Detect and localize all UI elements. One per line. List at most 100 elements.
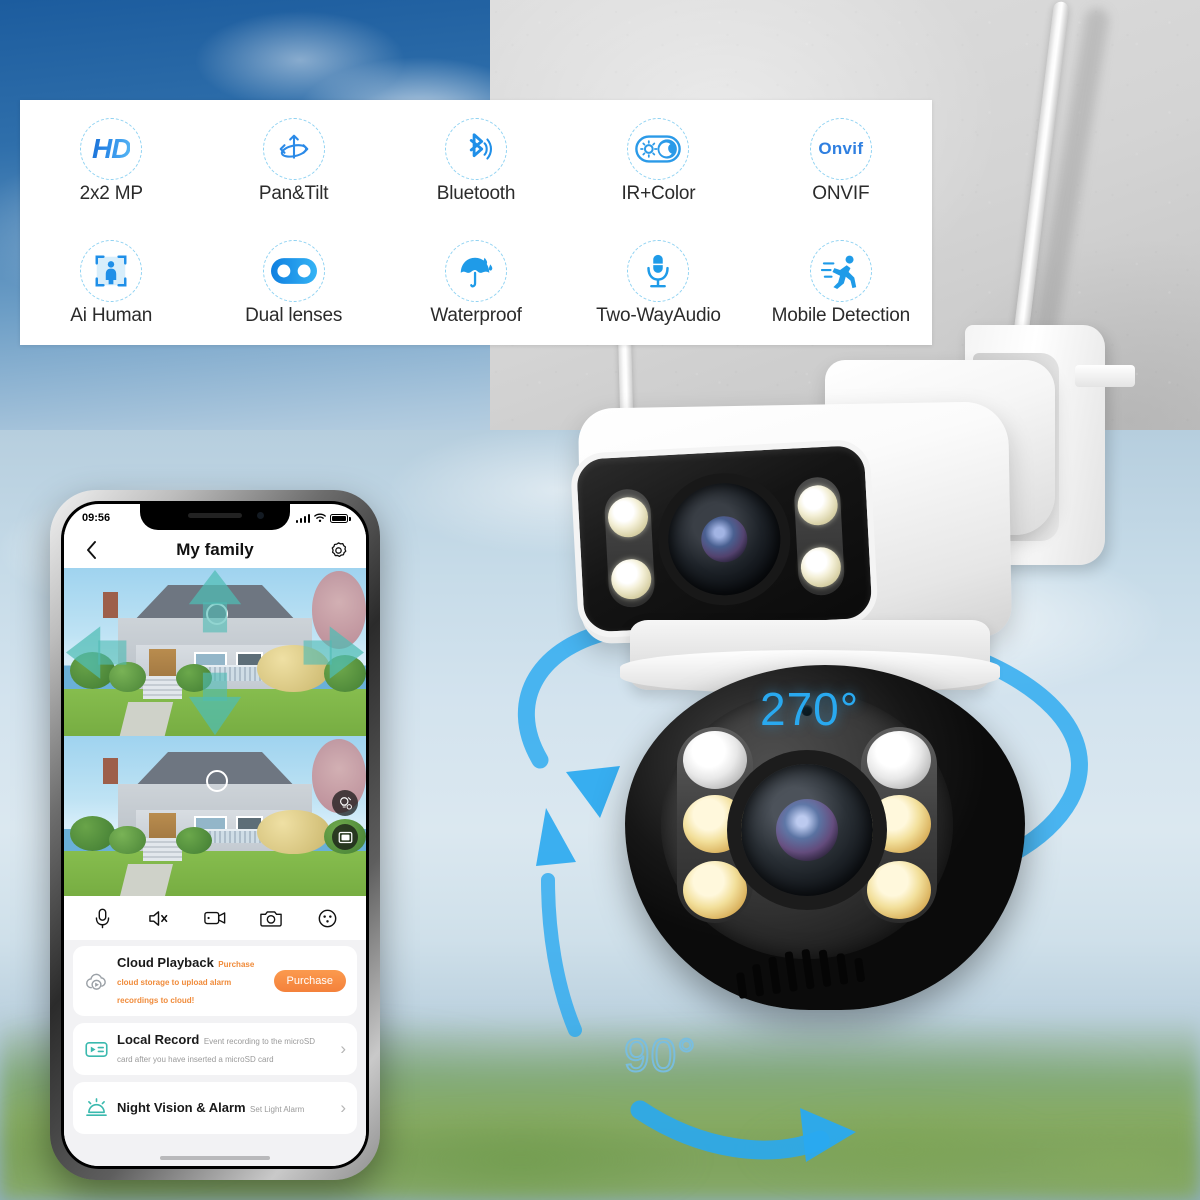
chimney — [103, 758, 119, 784]
list-item-text: Local Record Event recording to the micr… — [117, 1031, 331, 1067]
bracket-arm — [1075, 365, 1135, 387]
tilt-angle-label: 90° — [623, 1028, 697, 1082]
pan-tilt-direction-arrows — [66, 570, 364, 736]
onvif-glyph: Onvif — [818, 138, 864, 158]
feature-item-two-way-audio[interactable]: Two-WayAudio — [567, 240, 749, 327]
speaker-mute-icon — [149, 910, 168, 926]
gable-vent — [205, 769, 228, 792]
feature-row-1: HD 2x2 MP Pan&Tilt Bluetooth IR+Color On… — [20, 100, 932, 223]
list-item-title: Cloud Playback — [117, 955, 214, 970]
feature-label: 2x2 MP — [79, 182, 143, 204]
chevron-right-icon[interactable]: › — [340, 1039, 346, 1059]
cellular-signal-icon — [295, 513, 310, 523]
feature-item-ai-human[interactable]: Ai Human — [20, 240, 202, 327]
led-light-warm — [683, 861, 747, 919]
feature-item-onvif[interactable]: Onvif ONVIF — [750, 117, 932, 205]
screen-layout-icon — [338, 831, 352, 843]
lower-camera-lens — [741, 764, 873, 897]
led-light-warm — [867, 795, 931, 853]
camera-feed-image — [64, 736, 366, 896]
list-item-title: Night Vision & Alarm — [117, 1100, 246, 1115]
pan-angle-label: 270° — [760, 683, 860, 735]
feature-item-bluetooth[interactable]: Bluetooth — [385, 117, 567, 205]
feature-label: Mobile Detection — [771, 305, 911, 327]
list-item-cloud-playback[interactable]: Cloud Playback Purchase cloud storage to… — [73, 946, 357, 1016]
purchase-button[interactable]: Purchase — [273, 970, 346, 992]
back-button[interactable] — [78, 537, 104, 563]
led-light — [796, 484, 839, 527]
pan-tilt-icon — [262, 117, 325, 180]
feature-label: Waterproof — [430, 305, 522, 327]
video-record-icon — [204, 911, 226, 925]
feature-item-dual-lenses[interactable]: Dual lenses — [202, 240, 384, 327]
feature-label: Bluetooth — [436, 182, 516, 204]
hd-glyph: HD — [91, 132, 131, 164]
night-vision-alarm-icon — [84, 1096, 108, 1120]
running-person-icon — [809, 240, 872, 303]
led-light-warm — [867, 861, 931, 919]
feature-item-ir-color[interactable]: IR+Color — [567, 117, 749, 205]
earpiece-speaker — [188, 513, 242, 518]
microphone-icon — [627, 240, 690, 303]
led-strip-right — [793, 476, 846, 597]
feature-label: Ai Human — [70, 305, 153, 327]
camera-feed-bottom[interactable] — [64, 736, 366, 896]
chevron-right-icon[interactable]: › — [340, 1098, 346, 1118]
list-item-text: Night Vision & Alarm Set Light Alarm — [117, 1099, 331, 1117]
phone-screen: 09:56 My family Cloud Playback Purchase … — [61, 501, 369, 1169]
dual-lenses-icon — [262, 240, 325, 303]
local-record-icon — [84, 1037, 108, 1061]
front-camera — [257, 512, 264, 519]
led-light-white — [867, 731, 931, 789]
security-camera-product — [470, 0, 1200, 1070]
record-button[interactable] — [200, 903, 230, 933]
bush — [70, 816, 116, 852]
snapshot-button[interactable] — [256, 903, 286, 933]
feature-row-2: Ai Human Dual lenses Waterproof Two-WayA… — [20, 223, 932, 346]
feature-label: Dual lenses — [245, 305, 343, 327]
umbrella-waterproof-icon — [445, 240, 508, 303]
list-item-title: Local Record — [117, 1032, 200, 1047]
led-light — [799, 546, 842, 589]
feature-item-mobile-detection[interactable]: Mobile Detection — [750, 240, 932, 327]
app-viewport: 09:56 My family Cloud Playback Purchase … — [64, 504, 366, 1166]
bluetooth-icon — [445, 117, 508, 180]
settings-list: Cloud Playback Purchase cloud storage to… — [64, 940, 366, 1166]
feature-item-pan-tilt[interactable]: Pan&Tilt — [202, 117, 384, 205]
screen-layout-button[interactable] — [332, 824, 358, 850]
home-indicator — [160, 1156, 270, 1160]
feature-label: Two-WayAudio — [596, 305, 721, 327]
list-item-night-vision-alarm[interactable]: Night Vision & Alarm Set Light Alarm › — [73, 1082, 357, 1134]
settings-button[interactable] — [326, 537, 352, 563]
list-item-subtitle: Set Light Alarm — [250, 1105, 305, 1114]
more-options-button[interactable] — [313, 903, 343, 933]
feature-label: Pan&Tilt — [258, 182, 329, 204]
feature-panel: HD 2x2 MP Pan&Tilt Bluetooth IR+Color On… — [20, 100, 932, 345]
walkway — [120, 864, 174, 896]
status-indicators — [295, 513, 351, 523]
feature-item-hd[interactable]: HD 2x2 MP — [20, 117, 202, 205]
led-light — [606, 496, 650, 539]
mute-button[interactable] — [144, 903, 174, 933]
led-light-warm — [683, 795, 747, 853]
list-item-local-record[interactable]: Local Record Event recording to the micr… — [73, 1023, 357, 1075]
battery-full-icon — [330, 513, 351, 523]
camera-feed-top[interactable] — [64, 568, 366, 736]
ai-human-icon — [80, 240, 143, 303]
app-navbar: My family — [64, 532, 366, 568]
list-item-text: Cloud Playback Purchase cloud storage to… — [117, 954, 265, 1008]
light-control-button[interactable] — [332, 790, 358, 816]
page-title: My family — [176, 540, 254, 559]
wifi-icon — [314, 513, 326, 523]
feature-item-waterproof[interactable]: Waterproof — [385, 240, 567, 327]
gear-icon — [332, 541, 347, 557]
flowering-bush — [257, 809, 330, 855]
microphone-icon — [95, 908, 109, 928]
led-light — [610, 558, 653, 601]
status-time: 09:56 — [82, 512, 111, 524]
talk-button[interactable] — [87, 903, 117, 933]
light-control-icon — [339, 796, 352, 809]
led-strip-left — [603, 488, 656, 609]
phone-notch — [140, 504, 290, 530]
camera-snapshot-icon — [260, 911, 283, 927]
